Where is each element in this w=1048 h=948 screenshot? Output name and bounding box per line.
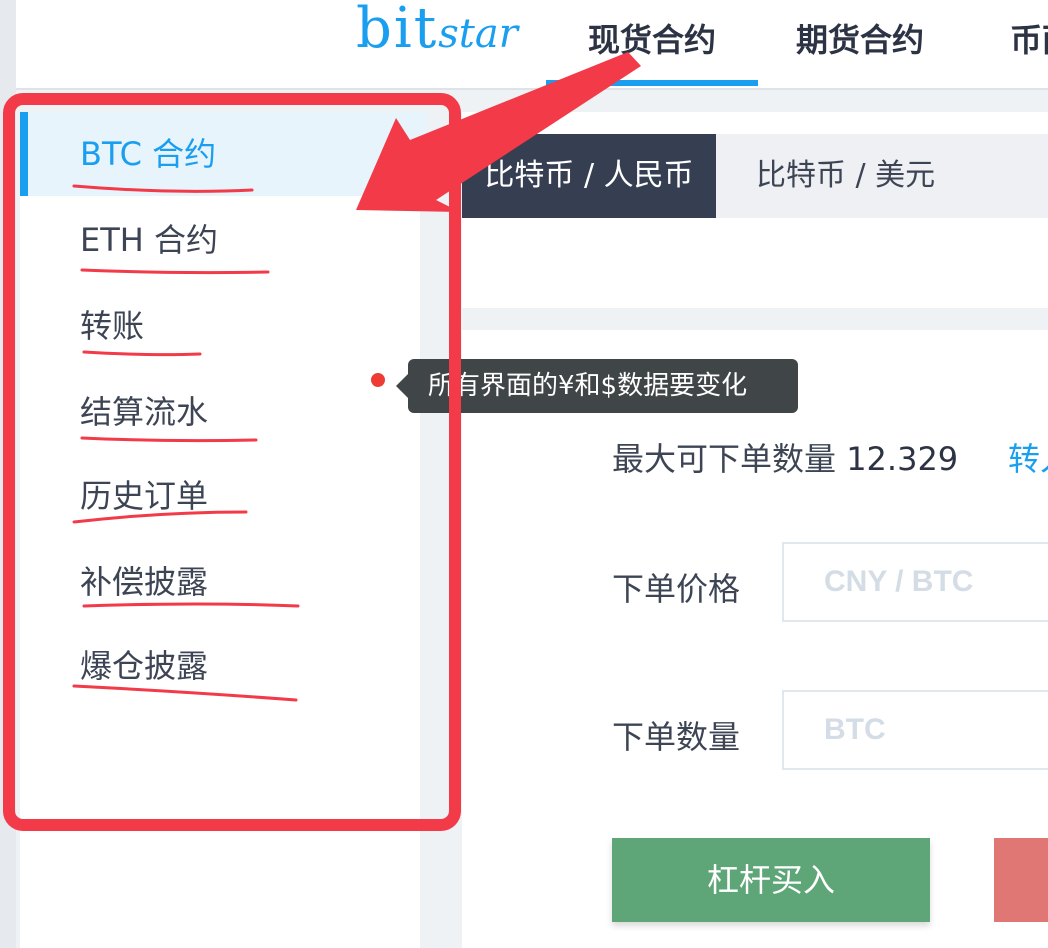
order-price-input[interactable] [782,542,1048,622]
sidebar-item-label: 转账 [80,307,145,345]
annotation-dot [371,373,385,387]
sidebar-item-label: 补偿披露 [80,563,209,601]
main-panel: 比特币 / 人民币 比特币 / 美元 最大可下单数量 12.329 转入 下单价… [462,112,1048,948]
left-edge-strip [0,0,16,948]
sidebar: BTC 合约 ETH 合约 转账 结算流水 历史订单 补偿披露 爆仓披露 [20,112,428,948]
sidebar-item-compensation-disclosure[interactable]: 补偿披露 [20,540,420,624]
order-price-label: 下单价格 [612,570,741,608]
leverage-sell-button[interactable] [994,838,1048,922]
order-quantity-input[interactable] [782,690,1048,770]
top-navigation-bar: bitstar 现货合约 期货合约 币面 [16,0,1048,90]
sidebar-item-label: ETH 合约 [80,221,219,259]
sidebar-item-transfer[interactable]: 转账 [20,284,420,368]
sidebar-item-label: BTC 合约 [80,135,217,173]
bitstar-logo[interactable]: bitstar [356,0,518,61]
sidebar-item-settlement-flow[interactable]: 结算流水 [20,370,420,454]
tab-btc-cny[interactable]: 比特币 / 人民币 [462,134,716,218]
section-divider [462,308,1048,330]
logo-text-star: star [438,11,518,57]
nav-tab-coin[interactable]: 币面 [1010,0,1048,84]
tab-btc-usd[interactable]: 比特币 / 美元 [756,134,935,218]
leverage-buy-button[interactable]: 杠杆买入 [612,838,930,922]
sidebar-item-order-history[interactable]: 历史订单 [20,454,420,538]
sidebar-item-label: 历史订单 [80,477,209,515]
nav-tab-spot-contract[interactable]: 现货合约 [546,0,758,86]
max-order-value: 12.329 [846,440,959,478]
nav-tab-futures-contract[interactable]: 期货合约 [796,0,924,84]
sidebar-item-btc-contract[interactable]: BTC 合约 [20,112,428,196]
sidebar-item-eth-contract[interactable]: ETH 合约 [20,198,420,282]
currency-tabs: 比特币 / 人民币 比特币 / 美元 [462,134,1048,218]
sidebar-item-liquidation-disclosure[interactable]: 爆仓披露 [20,624,420,708]
sidebar-item-label: 结算流水 [80,393,209,431]
transfer-in-link[interactable]: 转入 [1008,434,1048,480]
logo-text-bit: bit [356,0,439,61]
annotation-tooltip: 所有界面的¥和$数据要变化 [396,359,798,413]
max-order-label: 最大可下单数量 [612,440,837,478]
order-quantity-label: 下单数量 [612,718,741,756]
sidebar-item-label: 爆仓披露 [80,647,209,685]
max-order-quantity: 最大可下单数量 12.329 [612,434,958,480]
